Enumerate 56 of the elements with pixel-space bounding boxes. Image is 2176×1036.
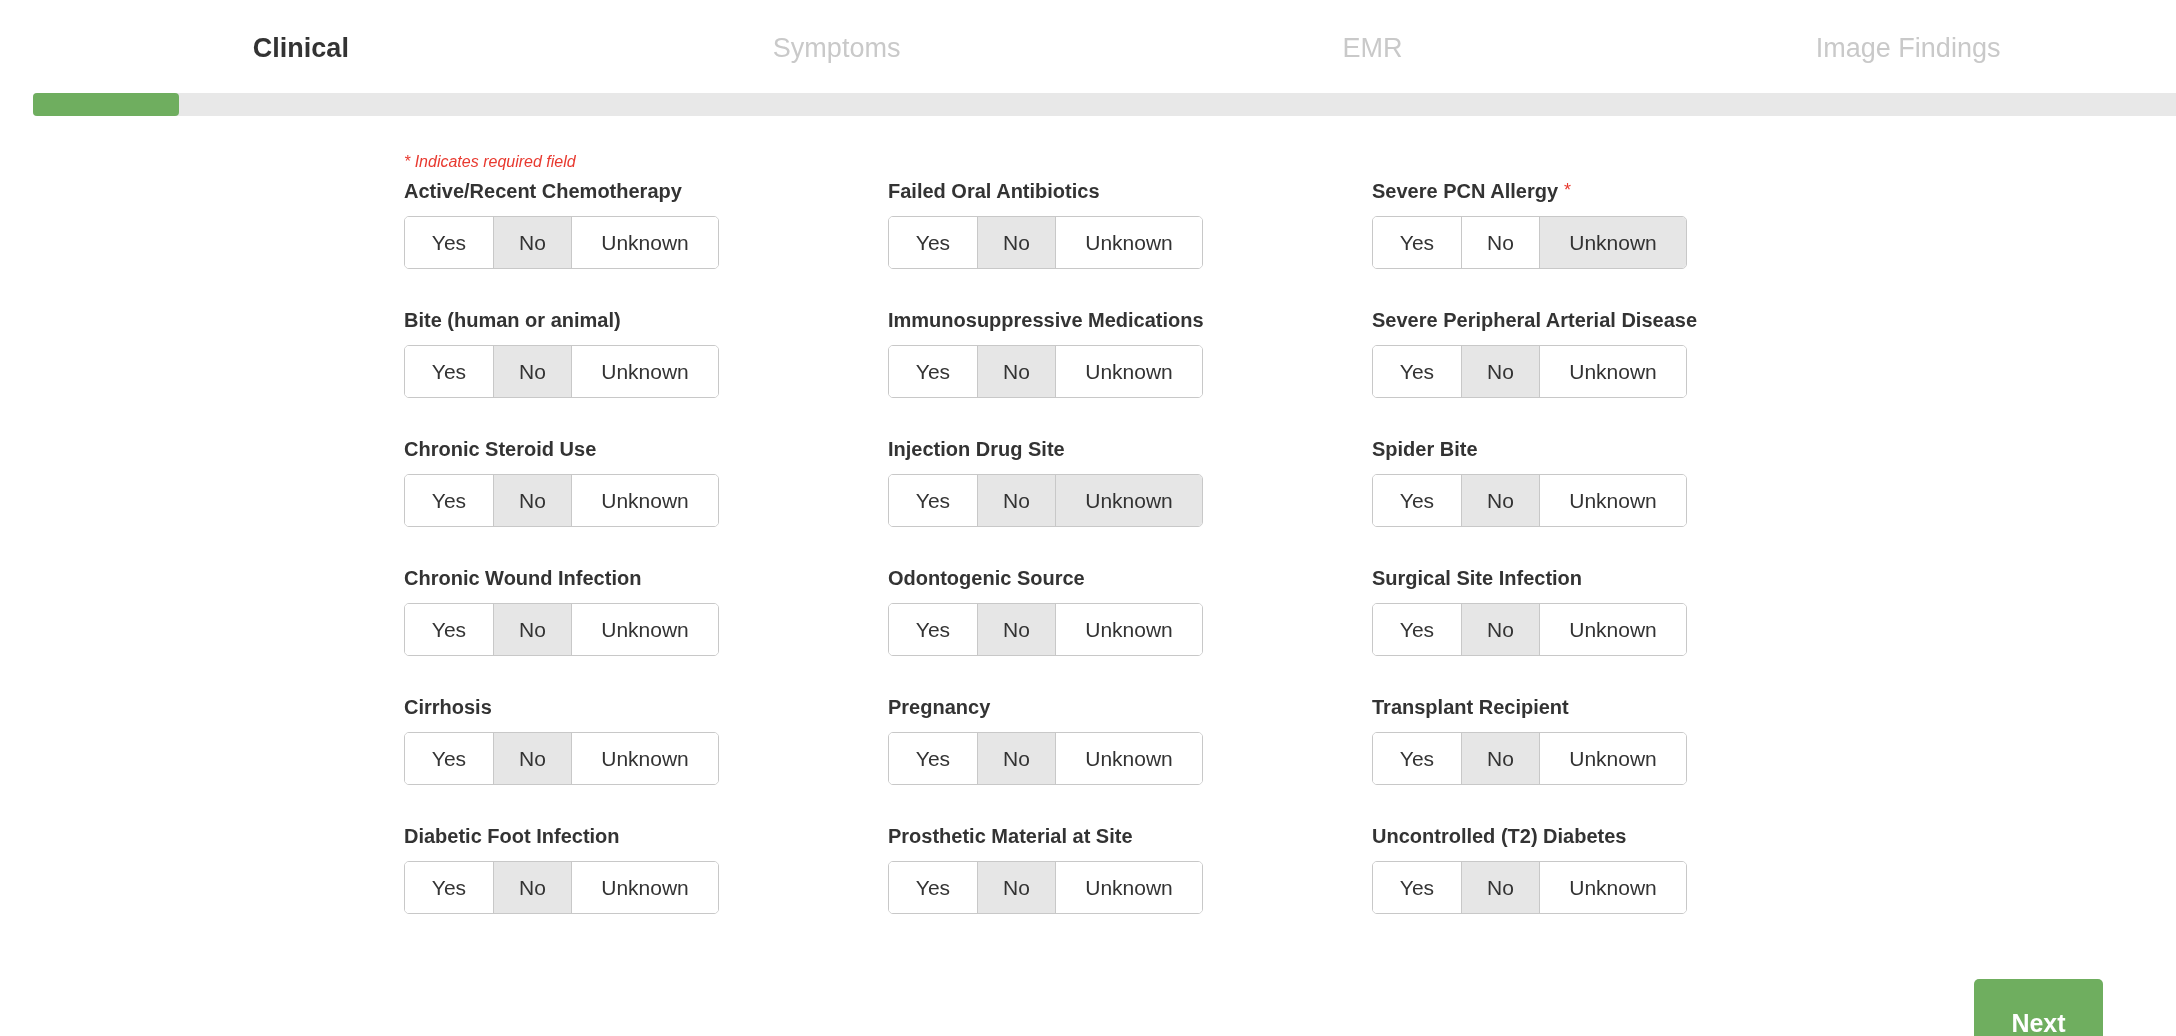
field-label: Prosthetic Material at Site [888, 825, 1133, 847]
field-label: Chronic Wound Infection [404, 567, 642, 589]
field-label: Cirrhosis [404, 696, 492, 718]
option-button[interactable]: Unknown [1539, 475, 1686, 526]
field-label: Immunosuppressive Medications [888, 309, 1204, 331]
option-button[interactable]: No [493, 733, 571, 784]
field-label: Diabetic Foot Infection [404, 825, 620, 847]
option-button[interactable]: Unknown [571, 217, 718, 268]
option-button[interactable]: Unknown [1539, 604, 1686, 655]
option-button[interactable]: No [977, 217, 1055, 268]
option-button[interactable]: Unknown [571, 475, 718, 526]
option-button[interactable]: No [977, 733, 1055, 784]
field-label: Chronic Steroid Use [404, 438, 597, 460]
option-button[interactable]: No [493, 217, 571, 268]
option-button[interactable]: No [1461, 604, 1539, 655]
option-button[interactable]: No [1461, 733, 1539, 784]
option-button[interactable]: Unknown [1539, 217, 1686, 268]
field-label: Severe Peripheral Arterial Disease [1372, 309, 1697, 331]
option-button[interactable]: Unknown [571, 862, 718, 913]
option-button[interactable]: No [1461, 475, 1539, 526]
option-button[interactable]: Unknown [1539, 346, 1686, 397]
option-button[interactable]: Unknown [571, 733, 718, 784]
option-button[interactable]: Unknown [1539, 862, 1686, 913]
field-label: Bite (human or animal) [404, 309, 621, 331]
required-mark: * [1564, 180, 1572, 201]
option-button[interactable]: Unknown [1055, 346, 1202, 397]
field-label: Severe PCN Allergy [1372, 180, 1558, 202]
field-label: Failed Oral Antibiotics [888, 180, 1100, 202]
option-button[interactable]: No [493, 862, 571, 913]
option-button[interactable]: No [493, 475, 571, 526]
field-label: Active/Recent Chemotherapy [404, 180, 682, 202]
option-button[interactable]: No [977, 346, 1055, 397]
step-tab[interactable]: Clinical [252, 32, 349, 64]
option-button[interactable]: No [977, 604, 1055, 655]
option-button[interactable]: No [977, 862, 1055, 913]
field-label: Spider Bite [1372, 438, 1478, 460]
field-label: Uncontrolled (T2) Diabetes [1372, 825, 1627, 847]
option-button[interactable]: Unknown [1055, 475, 1202, 526]
option-button[interactable]: No [493, 346, 571, 397]
field-label: Odontogenic Source [888, 567, 1085, 589]
option-button[interactable]: Unknown [571, 346, 718, 397]
required-note: * Indicates required field [404, 152, 576, 172]
field-label: Surgical Site Infection [1372, 567, 1583, 589]
option-button[interactable]: No [977, 475, 1055, 526]
option-button[interactable]: Unknown [1055, 604, 1202, 655]
option-button[interactable]: Unknown [1055, 862, 1202, 913]
field-label: Transplant Recipient [1372, 696, 1569, 718]
option-button[interactable]: No [1461, 862, 1539, 913]
option-button[interactable]: Unknown [1055, 733, 1202, 784]
option-button[interactable]: No [1461, 346, 1539, 397]
field-label: Pregnancy [888, 696, 991, 718]
option-button[interactable]: No [493, 604, 571, 655]
field-label: Injection Drug Site [888, 438, 1065, 460]
option-button[interactable]: Unknown [571, 604, 718, 655]
option-button[interactable]: Unknown [1055, 217, 1202, 268]
option-button[interactable]: Unknown [1539, 733, 1686, 784]
